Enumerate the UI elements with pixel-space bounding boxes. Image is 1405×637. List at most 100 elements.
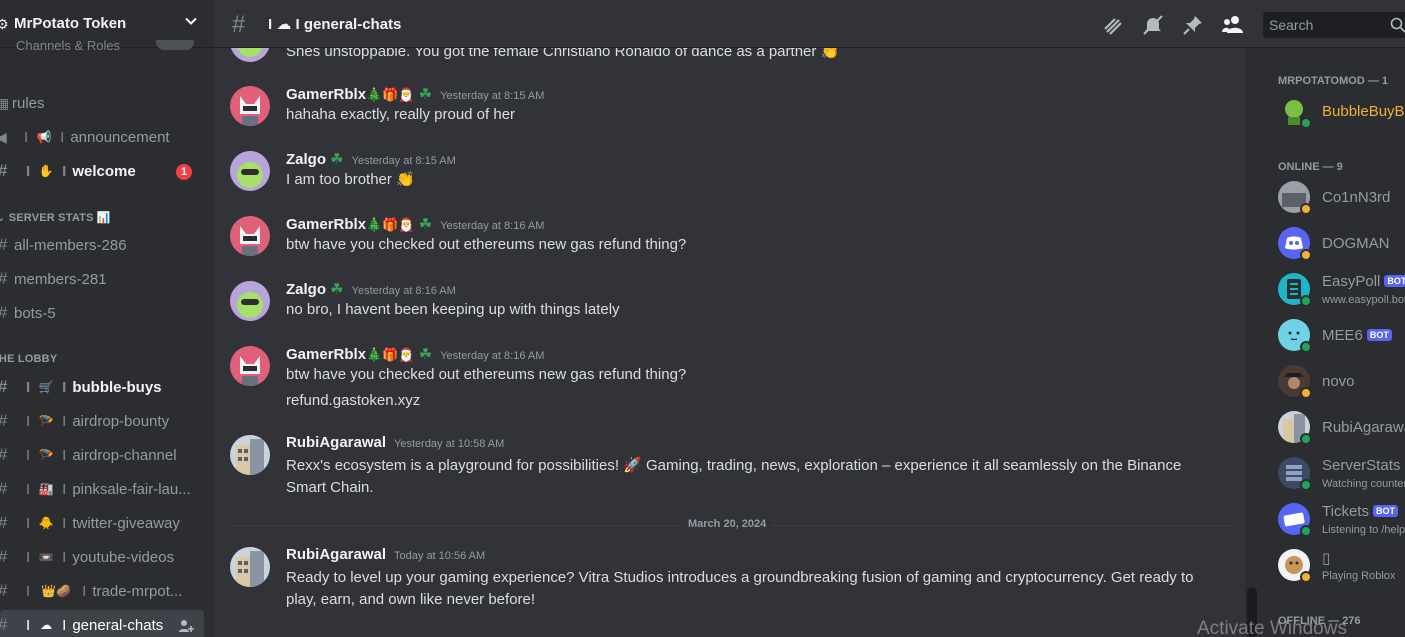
avatar[interactable] [230, 216, 270, 256]
member-item[interactable]: EasyPoll BOT www.easypoll.bot [1278, 269, 1405, 309]
member-list-icon[interactable] [1221, 13, 1245, 37]
channels-roles-item[interactable]: Channels & Roles [16, 38, 120, 53]
member-item[interactable]: RubiAgarawal [1278, 407, 1405, 447]
channel-general-chats[interactable]: # I ☁ I general-chats [0, 610, 204, 637]
channel-airdrop-bounty[interactable]: # I 🪂 I airdrop-bounty [0, 406, 204, 436]
member-item[interactable]: Tickets BOT Listening to /help [1278, 499, 1405, 539]
status-online [1300, 117, 1312, 129]
clover-icon: ☘ [418, 86, 433, 103]
pin-icon[interactable] [1181, 13, 1205, 37]
bell-muted-icon[interactable] [1141, 13, 1165, 37]
member-item[interactable]: Co1nN3rd [1278, 177, 1405, 217]
member-item[interactable]: DOGMAN [1278, 223, 1405, 263]
windows-activation-watermark: Activate Windows [1197, 618, 1347, 637]
member-name: DOGMAN [1322, 235, 1390, 252]
channel-rules[interactable]: ▦ rules [0, 88, 204, 118]
avatar[interactable] [230, 48, 270, 62]
channel-emoji: ☁ [40, 618, 53, 632]
channel-announcement[interactable]: ◀ I 📢 I announcement [0, 122, 204, 152]
chevron-down-icon[interactable] [184, 14, 198, 28]
hash-icon: # [0, 615, 14, 635]
channel-emoji: 🛒 [38, 380, 54, 394]
member-category: ONLINE — 9 [1278, 161, 1343, 173]
chevron-down-icon: ⌄ [0, 212, 6, 224]
channel-twitter-giveaway[interactable]: # I 🐥 I twitter-giveaway [0, 508, 204, 538]
message-link-text[interactable]: refund.gastoken.xyz [286, 390, 420, 412]
avatar[interactable] [230, 281, 270, 321]
channel-airdrop-channel[interactable]: # I 🪂 I airdrop-channel [0, 440, 204, 470]
status-online [1300, 295, 1312, 307]
channel-label: airdrop-bounty [72, 412, 170, 430]
message-text: I am too brother 👏 [286, 171, 415, 188]
message-list: Shes unstoppable. You got the female Chr… [214, 48, 1245, 637]
message-text: hahaha exactly, really proud of her [286, 106, 516, 123]
channel-emoji: ✋ [38, 164, 54, 178]
member-item[interactable]: novo [1278, 361, 1405, 401]
message-author[interactable]: GamerRblx🎄🎁🎅 ☘ Yesterday at 8:16 AM [286, 215, 544, 233]
megaphone-icon: ◀ [0, 128, 7, 145]
status-idle [1300, 249, 1312, 261]
status-idle [1300, 203, 1312, 215]
member-list: MRPOTATOMOD — 1 BubbleBuyBot ONLINE — 9 … [1259, 48, 1405, 637]
threads-icon[interactable] [1101, 13, 1125, 37]
message-author[interactable]: GamerRblx🎄🎁🎅 ☘ Yesterday at 8:16 AM [286, 345, 544, 363]
message-author[interactable]: GamerRblx🎄🎁🎅 ☘ Yesterday at 8:15 AM [286, 85, 544, 103]
date-divider-label: March 20, 2024 [682, 518, 773, 530]
discord-app: ⚙ MrPotato Token Channels & Roles ▦ rule… [0, 0, 1405, 637]
search-input[interactable] [1269, 16, 1389, 34]
message-author[interactable]: RubiAgarawal Today at 10:56 AM [286, 546, 485, 563]
member-activity: www.easypoll.bot [1322, 294, 1405, 306]
avatar[interactable] [230, 86, 270, 126]
hash-icon: # [0, 581, 14, 601]
channel-emoji: 🪂 [38, 414, 54, 428]
search-box[interactable] [1263, 12, 1405, 38]
avatar[interactable] [230, 346, 270, 386]
channel-youtube-videos[interactable]: # I 📼 I youtube-videos [0, 542, 204, 572]
new-pill [156, 40, 194, 50]
channel-label: bots-5 [14, 304, 56, 322]
channel-pinksale[interactable]: # I 🏭 I pinksale-fair-lau... [0, 474, 204, 504]
member-item[interactable]: BubbleBuyBot [1278, 91, 1405, 131]
member-activity: Watching counters [1322, 478, 1405, 490]
channel-stat[interactable]: # members-281 [0, 264, 204, 294]
channel-stat[interactable]: # bots-5 [0, 298, 204, 328]
avatar[interactable] [230, 151, 270, 191]
member-item[interactable]: ServerStats Watching counters [1278, 453, 1405, 493]
bot-tag: BOT [1372, 505, 1398, 517]
channel-bubble-buys[interactable]: # I 🛒 I bubble-buys [0, 372, 204, 402]
category-the-lobby[interactable]: THE LOBBY [0, 353, 57, 365]
member-item[interactable]: ▯ Playing Roblox [1278, 545, 1405, 585]
member-name: ServerStats [1322, 457, 1401, 474]
channel-label: welcome [72, 162, 136, 180]
channel-trade-mrpotato[interactable]: # I 👑🥔 I trade-mrpot... [0, 576, 204, 606]
channel-welcome[interactable]: # I ✋ I welcome 1 [0, 156, 204, 186]
add-member-icon[interactable] [178, 618, 194, 634]
hash-icon: # [0, 547, 14, 567]
avatar[interactable] [230, 435, 270, 475]
message-text: Shes unstoppable. You got the female Chr… [286, 48, 840, 60]
channel-emoji: 🪂 [38, 448, 54, 462]
member-name: Tickets BOT [1322, 503, 1398, 520]
channel-title: I ☁ I general-chats [268, 16, 402, 33]
channel-label: all-members-286 [14, 236, 127, 254]
clover-icon: ☘ [418, 346, 433, 363]
message-author[interactable]: Zalgo ☘ Yesterday at 8:15 AM [286, 150, 456, 168]
message-author[interactable]: RubiAgarawal Yesterday at 10:58 AM [286, 434, 504, 451]
message-author[interactable]: Zalgo ☘ Yesterday at 8:16 AM [286, 280, 456, 298]
category-server-stats[interactable]: ⌄ SERVER STATS 📊 [0, 211, 111, 224]
message-text: btw have you checked out ethereums new g… [286, 366, 687, 383]
channel-label: airdrop-channel [72, 446, 177, 464]
hash-icon: # [0, 445, 14, 465]
member-name: novo [1322, 373, 1355, 390]
member-category: MRPOTATOMOD — 1 [1278, 75, 1388, 87]
member-name: ▯ [1322, 550, 1331, 567]
message-timestamp: Yesterday at 8:16 AM [440, 350, 545, 362]
member-item[interactable]: MEE6 BOT [1278, 315, 1405, 355]
avatar[interactable] [230, 547, 270, 587]
hash-icon: # [232, 11, 246, 38]
channel-stat[interactable]: # all-members-286 [0, 230, 204, 260]
message-scrollbar-track[interactable] [1245, 48, 1259, 637]
hash-icon: # [0, 269, 14, 289]
hash-icon: # [0, 411, 14, 431]
hash-icon: # [0, 513, 14, 533]
